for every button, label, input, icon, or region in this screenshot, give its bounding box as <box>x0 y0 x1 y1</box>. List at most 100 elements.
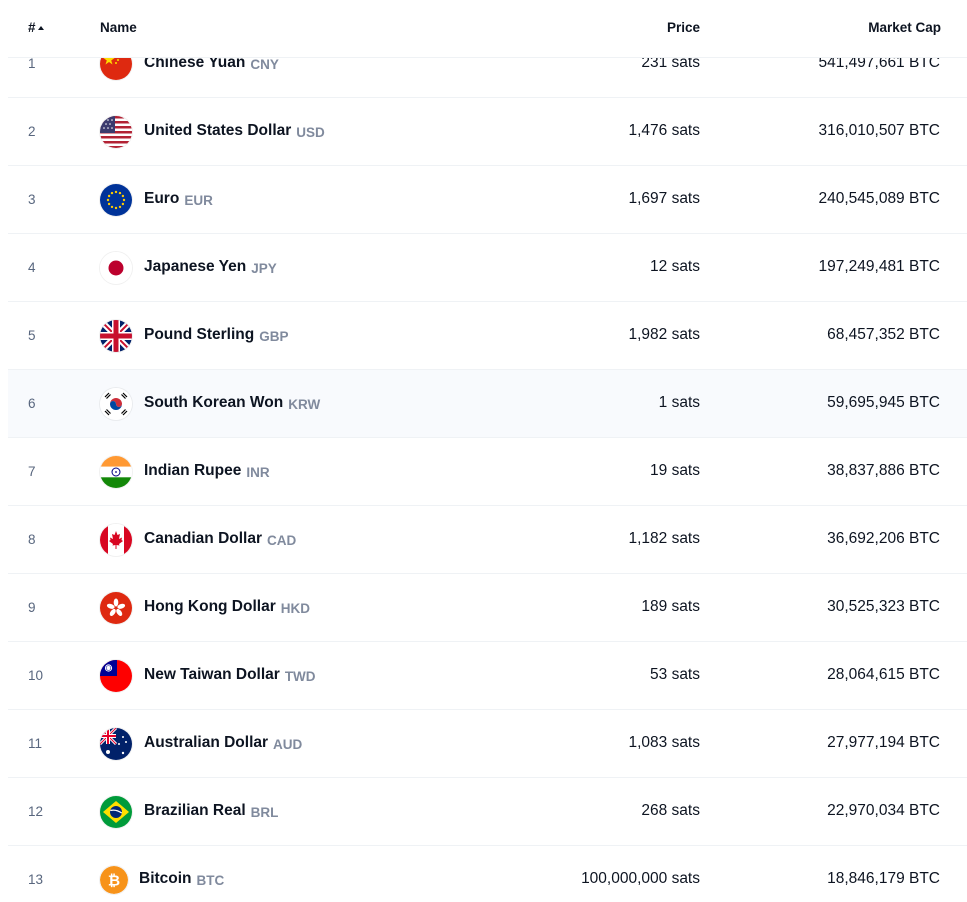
price-value: 1,182 sats <box>628 530 700 547</box>
row-rank: 9 <box>28 600 36 615</box>
brazil-flag-icon <box>100 796 132 828</box>
table-row[interactable]: 11 Australian Dollar AUD 1,083 sats 27,97… <box>8 710 967 778</box>
price-value: 19 sats <box>650 462 700 479</box>
market-cap-header[interactable]: Market Cap <box>868 20 941 35</box>
row-rank: 5 <box>28 328 36 343</box>
currency-name-text: South Korean Won <box>144 394 284 411</box>
currency-name[interactable]: Euro EUR <box>144 190 213 208</box>
market-cap-value: 36,692,206 BTC <box>827 530 940 547</box>
currency-symbol: TWD <box>284 669 316 684</box>
market-cap-value: 27,977,194 BTC <box>827 734 940 751</box>
currency-name-text: Pound Sterling <box>144 326 255 343</box>
currency-name[interactable]: Australian Dollar AUD <box>144 734 302 752</box>
south-korea-flag-icon <box>100 388 132 420</box>
currency-symbol: KRW <box>288 397 321 412</box>
price-value: 1 sats <box>658 394 700 411</box>
currency-symbol: INR <box>246 465 270 480</box>
table-row[interactable]: 5 Pound Sterling GBP 1,982 sats 68,457,35… <box>8 302 967 370</box>
market-cap-value: 18,846,179 BTC <box>827 870 940 887</box>
table-row[interactable]: 9 Hong Kong Dollar HKD 189 sats 30,525,32… <box>8 574 967 642</box>
price-header[interactable]: Price <box>667 20 700 35</box>
price-value: 53 sats <box>650 666 700 683</box>
eu-flag-icon <box>100 184 132 216</box>
canada-flag-icon <box>100 524 132 556</box>
currency-symbol: HKD <box>280 601 310 616</box>
table-row[interactable]: 6 South Korean Won KRW 1 sats 59,695,945 … <box>8 370 967 438</box>
market-cap-value: 68,457,352 BTC <box>827 326 940 343</box>
currency-symbol: BRL <box>250 805 279 820</box>
table-row[interactable]: 7 Indian Rupee INR 19 sats 38,837,886 BTC <box>8 438 967 506</box>
currency-name[interactable]: Canadian Dollar CAD <box>144 530 296 548</box>
row-rank: 2 <box>28 124 36 139</box>
currency-symbol: AUD <box>273 737 303 752</box>
name-header[interactable]: Name <box>100 20 137 35</box>
table-header: # Name Price Market Cap <box>8 0 967 58</box>
currency-symbol: CNY <box>250 57 279 72</box>
currency-name-text: New Taiwan Dollar <box>144 666 280 683</box>
table-row[interactable]: 2 United States Dollar USD 1,476 sats 316… <box>8 98 967 166</box>
currency-name[interactable]: South Korean Won KRW <box>144 394 320 412</box>
row-rank: 11 <box>28 736 43 751</box>
currency-name[interactable]: Pound Sterling GBP <box>144 326 288 344</box>
currency-symbol: CAD <box>267 533 297 548</box>
currency-name-text: Canadian Dollar <box>144 530 262 547</box>
row-rank: 12 <box>28 804 44 819</box>
market-cap-value: 28,064,615 BTC <box>827 666 940 683</box>
market-cap-value: 22,970,034 BTC <box>827 802 940 819</box>
japan-flag-icon <box>100 252 132 284</box>
currency-name-text: Euro <box>144 190 180 207</box>
svg-text:₿: ₿ <box>108 872 120 890</box>
market-cap-value: 59,695,945 BTC <box>827 394 940 411</box>
row-rank: 1 <box>28 56 36 71</box>
currency-name-text: Bitcoin <box>139 870 192 887</box>
row-rank: 3 <box>28 192 36 207</box>
table-row[interactable]: 4 Japanese Yen JPY 12 sats 197,249,481 BT… <box>8 234 967 302</box>
table-row[interactable]: 10 New Taiwan Dollar TWD 53 sats 28,064,6… <box>8 642 967 710</box>
price-value: 1,982 sats <box>628 326 700 343</box>
price-value: 100,000,000 sats <box>581 870 700 887</box>
india-flag-icon <box>100 456 132 488</box>
market-cap-value: 240,545,089 BTC <box>818 190 940 207</box>
currency-name-text: Brazilian Real <box>144 802 246 819</box>
currency-name[interactable]: Japanese Yen JPY <box>144 258 277 276</box>
price-value: 12 sats <box>650 258 700 275</box>
currency-name[interactable]: United States Dollar USD <box>144 122 325 140</box>
currency-name-text: United States Dollar <box>144 122 292 139</box>
row-rank: 7 <box>28 464 36 479</box>
currency-symbol: USD <box>296 125 325 140</box>
currency-symbol: JPY <box>251 261 277 276</box>
currency-name[interactable]: Bitcoin BTC <box>139 870 224 888</box>
sort-by-rank-button[interactable]: # <box>28 20 44 35</box>
bitcoin-icon: ₿ <box>100 866 128 894</box>
row-rank: 4 <box>28 260 36 275</box>
market-cap-value: 316,010,507 BTC <box>818 122 940 139</box>
row-rank: 10 <box>28 668 44 683</box>
currency-table: # Name Price Market Cap 1 Chinese Yuan CN… <box>8 0 967 902</box>
table-row[interactable]: 8 Canadian Dollar CAD 1,182 sats 36,692,2… <box>8 506 967 574</box>
sort-ascending-icon <box>37 26 44 30</box>
price-value: 1,083 sats <box>628 734 700 751</box>
australia-flag-icon <box>100 728 132 760</box>
row-rank: 8 <box>28 532 36 547</box>
table-row[interactable]: 13 ₿ Bitcoin BTC 100,000,000 sats 18,846,… <box>8 846 967 902</box>
price-value: 189 sats <box>641 598 700 615</box>
row-rank: 13 <box>28 872 44 887</box>
table-row[interactable]: 12 Brazilian Real BRL 268 sats 22,970,034… <box>8 778 967 846</box>
hong-kong-flag-icon <box>100 592 132 624</box>
table-row[interactable]: 3 Euro EUR 1,697 sats 240,545,089 BTC <box>8 166 967 234</box>
row-rank: 6 <box>28 396 36 411</box>
currency-symbol: BTC <box>196 873 225 888</box>
currency-symbol: EUR <box>184 193 213 208</box>
price-value: 268 sats <box>641 802 700 819</box>
currency-name-text: Hong Kong Dollar <box>144 598 276 615</box>
currency-name-text: Indian Rupee <box>144 462 242 479</box>
currency-name[interactable]: Indian Rupee INR <box>144 462 270 480</box>
currency-name-text: Japanese Yen <box>144 258 247 275</box>
rank-header: # <box>28 20 36 35</box>
currency-name[interactable]: New Taiwan Dollar TWD <box>144 666 316 684</box>
currency-name[interactable]: Brazilian Real BRL <box>144 802 278 820</box>
price-value: 1,697 sats <box>628 190 700 207</box>
usa-flag-icon <box>100 116 132 148</box>
currency-name[interactable]: Hong Kong Dollar HKD <box>144 598 310 616</box>
market-cap-value: 38,837,886 BTC <box>827 462 940 479</box>
